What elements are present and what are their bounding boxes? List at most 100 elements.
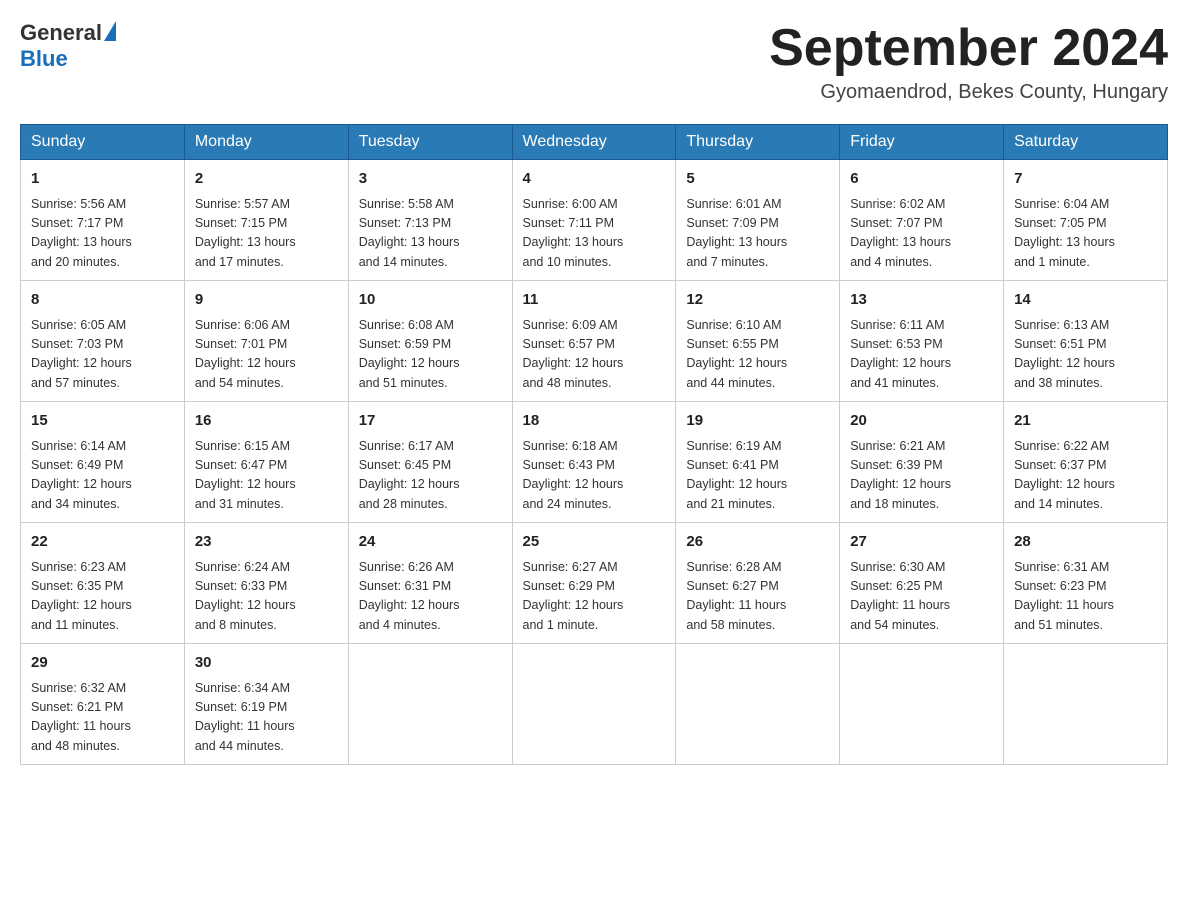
logo: General Blue	[20, 20, 116, 72]
day-number: 15	[31, 410, 174, 433]
calendar-week-row: 15 Sunrise: 6:14 AM Sunset: 6:49 PM Dayli…	[21, 402, 1168, 523]
day-number: 2	[195, 168, 338, 191]
calendar-cell: 13 Sunrise: 6:11 AM Sunset: 6:53 PM Dayli…	[840, 281, 1004, 402]
day-info: Sunrise: 6:30 AM Sunset: 6:25 PM Dayligh…	[850, 558, 993, 636]
calendar-cell: 11 Sunrise: 6:09 AM Sunset: 6:57 PM Dayli…	[512, 281, 676, 402]
calendar-cell: 4 Sunrise: 6:00 AM Sunset: 7:11 PM Daylig…	[512, 160, 676, 281]
day-info: Sunrise: 6:27 AM Sunset: 6:29 PM Dayligh…	[523, 558, 666, 636]
calendar-cell: 28 Sunrise: 6:31 AM Sunset: 6:23 PM Dayli…	[1004, 523, 1168, 644]
calendar-cell: 10 Sunrise: 6:08 AM Sunset: 6:59 PM Dayli…	[348, 281, 512, 402]
day-number: 14	[1014, 289, 1157, 312]
day-number: 26	[686, 531, 829, 554]
day-number: 11	[523, 289, 666, 312]
day-info: Sunrise: 6:14 AM Sunset: 6:49 PM Dayligh…	[31, 437, 174, 515]
day-number: 4	[523, 168, 666, 191]
calendar-cell: 8 Sunrise: 6:05 AM Sunset: 7:03 PM Daylig…	[21, 281, 185, 402]
calendar-cell: 30Sunrise: 6:34 AM Sunset: 6:19 PM Dayli…	[184, 644, 348, 765]
calendar-cell: 22 Sunrise: 6:23 AM Sunset: 6:35 PM Dayli…	[21, 523, 185, 644]
day-info: Sunrise: 6:31 AM Sunset: 6:23 PM Dayligh…	[1014, 558, 1157, 636]
day-info: Sunrise: 6:17 AM Sunset: 6:45 PM Dayligh…	[359, 437, 502, 515]
calendar-header-thursday: Thursday	[676, 125, 840, 160]
day-number: 6	[850, 168, 993, 191]
calendar-cell: 29 Sunrise: 6:32 AM Sunset: 6:21 PM Dayli…	[21, 644, 185, 765]
calendar-header-friday: Friday	[840, 125, 1004, 160]
logo-general-text: General	[20, 20, 102, 46]
day-info: Sunrise: 6:34 AM Sunset: 6:19 PM Dayligh…	[195, 679, 338, 757]
calendar-header-monday: Monday	[184, 125, 348, 160]
day-number: 24	[359, 531, 502, 554]
calendar-cell: 16 Sunrise: 6:15 AM Sunset: 6:47 PM Dayli…	[184, 402, 348, 523]
day-number: 27	[850, 531, 993, 554]
day-info: Sunrise: 6:05 AM Sunset: 7:03 PM Dayligh…	[31, 316, 174, 394]
day-number: 28	[1014, 531, 1157, 554]
calendar-week-row: 22 Sunrise: 6:23 AM Sunset: 6:35 PM Dayli…	[21, 523, 1168, 644]
day-info: Sunrise: 6:24 AM Sunset: 6:33 PM Dayligh…	[195, 558, 338, 636]
page-header: General Blue September 2024 Gyomaendrod,…	[20, 20, 1168, 104]
month-title: September 2024	[769, 20, 1168, 77]
day-info: Sunrise: 6:04 AM Sunset: 7:05 PM Dayligh…	[1014, 195, 1157, 273]
day-number: 10	[359, 289, 502, 312]
day-number: 8	[31, 289, 174, 312]
day-info: Sunrise: 6:08 AM Sunset: 6:59 PM Dayligh…	[359, 316, 502, 394]
day-info: Sunrise: 6:26 AM Sunset: 6:31 PM Dayligh…	[359, 558, 502, 636]
calendar-cell: 19Sunrise: 6:19 AM Sunset: 6:41 PM Dayli…	[676, 402, 840, 523]
calendar-header-saturday: Saturday	[1004, 125, 1168, 160]
day-info: Sunrise: 6:18 AM Sunset: 6:43 PM Dayligh…	[523, 437, 666, 515]
calendar-week-row: 1 Sunrise: 5:56 AM Sunset: 7:17 PM Daylig…	[21, 160, 1168, 281]
day-number: 25	[523, 531, 666, 554]
day-number: 9	[195, 289, 338, 312]
day-info: Sunrise: 6:01 AM Sunset: 7:09 PM Dayligh…	[686, 195, 829, 273]
calendar-header-row: SundayMondayTuesdayWednesdayThursdayFrid…	[21, 125, 1168, 160]
day-number: 12	[686, 289, 829, 312]
location-title: Gyomaendrod, Bekes County, Hungary	[769, 81, 1168, 104]
day-number: 23	[195, 531, 338, 554]
calendar-week-row: 8 Sunrise: 6:05 AM Sunset: 7:03 PM Daylig…	[21, 281, 1168, 402]
day-info: Sunrise: 6:23 AM Sunset: 6:35 PM Dayligh…	[31, 558, 174, 636]
calendar-cell: 14 Sunrise: 6:13 AM Sunset: 6:51 PM Dayli…	[1004, 281, 1168, 402]
day-info: Sunrise: 6:32 AM Sunset: 6:21 PM Dayligh…	[31, 679, 174, 757]
day-number: 7	[1014, 168, 1157, 191]
calendar-cell: 17 Sunrise: 6:17 AM Sunset: 6:45 PM Dayli…	[348, 402, 512, 523]
day-number: 13	[850, 289, 993, 312]
day-info: Sunrise: 6:13 AM Sunset: 6:51 PM Dayligh…	[1014, 316, 1157, 394]
calendar-cell: 6Sunrise: 6:02 AM Sunset: 7:07 PM Daylig…	[840, 160, 1004, 281]
calendar-cell: 3Sunrise: 5:58 AM Sunset: 7:13 PM Daylig…	[348, 160, 512, 281]
calendar-cell: 26Sunrise: 6:28 AM Sunset: 6:27 PM Dayli…	[676, 523, 840, 644]
day-number: 19	[686, 410, 829, 433]
calendar-cell: 18 Sunrise: 6:18 AM Sunset: 6:43 PM Dayli…	[512, 402, 676, 523]
calendar-cell: 9 Sunrise: 6:06 AM Sunset: 7:01 PM Daylig…	[184, 281, 348, 402]
day-number: 21	[1014, 410, 1157, 433]
day-number: 29	[31, 652, 174, 675]
day-info: Sunrise: 6:06 AM Sunset: 7:01 PM Dayligh…	[195, 316, 338, 394]
day-number: 22	[31, 531, 174, 554]
day-info: Sunrise: 6:10 AM Sunset: 6:55 PM Dayligh…	[686, 316, 829, 394]
calendar-week-row: 29 Sunrise: 6:32 AM Sunset: 6:21 PM Dayli…	[21, 644, 1168, 765]
day-number: 20	[850, 410, 993, 433]
day-info: Sunrise: 6:11 AM Sunset: 6:53 PM Dayligh…	[850, 316, 993, 394]
day-number: 3	[359, 168, 502, 191]
day-number: 18	[523, 410, 666, 433]
day-info: Sunrise: 5:57 AM Sunset: 7:15 PM Dayligh…	[195, 195, 338, 273]
calendar-cell: 21Sunrise: 6:22 AM Sunset: 6:37 PM Dayli…	[1004, 402, 1168, 523]
title-area: September 2024 Gyomaendrod, Bekes County…	[769, 20, 1168, 104]
day-info: Sunrise: 6:00 AM Sunset: 7:11 PM Dayligh…	[523, 195, 666, 273]
calendar-cell	[676, 644, 840, 765]
calendar-cell: 24 Sunrise: 6:26 AM Sunset: 6:31 PM Dayli…	[348, 523, 512, 644]
calendar-cell	[1004, 644, 1168, 765]
calendar-cell	[840, 644, 1004, 765]
calendar-cell: 7 Sunrise: 6:04 AM Sunset: 7:05 PM Daylig…	[1004, 160, 1168, 281]
calendar-cell: 15 Sunrise: 6:14 AM Sunset: 6:49 PM Dayli…	[21, 402, 185, 523]
day-number: 17	[359, 410, 502, 433]
day-number: 16	[195, 410, 338, 433]
calendar-cell: 2 Sunrise: 5:57 AM Sunset: 7:15 PM Daylig…	[184, 160, 348, 281]
day-info: Sunrise: 5:56 AM Sunset: 7:17 PM Dayligh…	[31, 195, 174, 273]
calendar-cell: 23 Sunrise: 6:24 AM Sunset: 6:33 PM Dayli…	[184, 523, 348, 644]
calendar-cell: 12 Sunrise: 6:10 AM Sunset: 6:55 PM Dayli…	[676, 281, 840, 402]
calendar-cell: 27 Sunrise: 6:30 AM Sunset: 6:25 PM Dayli…	[840, 523, 1004, 644]
calendar-header-wednesday: Wednesday	[512, 125, 676, 160]
day-number: 1	[31, 168, 174, 191]
calendar-cell: 20Sunrise: 6:21 AM Sunset: 6:39 PM Dayli…	[840, 402, 1004, 523]
calendar-header-tuesday: Tuesday	[348, 125, 512, 160]
day-info: Sunrise: 6:15 AM Sunset: 6:47 PM Dayligh…	[195, 437, 338, 515]
day-info: Sunrise: 6:09 AM Sunset: 6:57 PM Dayligh…	[523, 316, 666, 394]
